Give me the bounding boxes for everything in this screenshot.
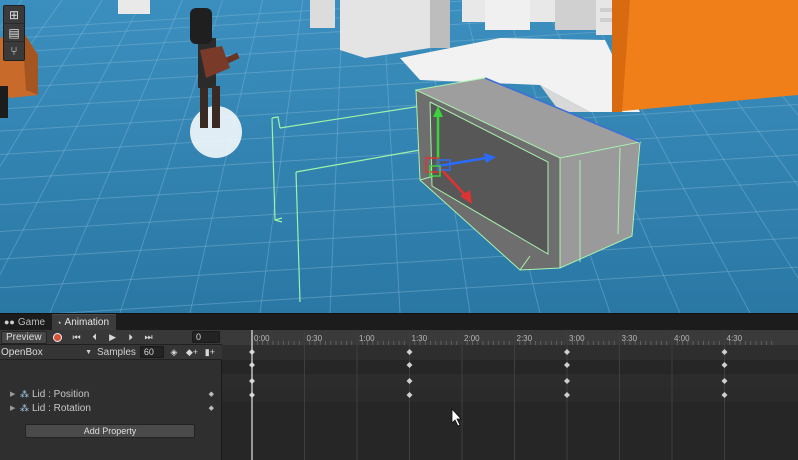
clip-selector[interactable]: OpenBox ▼ (0, 346, 94, 359)
mouse-cursor-icon (451, 407, 462, 427)
clip-row: OpenBox ▼ Samples 60 ◈ ◆+ ▮+ (0, 345, 222, 360)
add-event-icon[interactable]: ▮+ (202, 346, 218, 359)
last-keyframe-icon[interactable]: ⏭ (140, 331, 158, 344)
samples-label: Samples (97, 346, 136, 358)
track-lid-position[interactable] (222, 374, 798, 388)
expand-arrow-icon[interactable]: ▶ (10, 390, 20, 398)
playback-controls: Preview ⏮ ⏴ ▶ ⏵ ⏭ 0 (0, 330, 222, 345)
record-icon[interactable] (52, 332, 62, 342)
tab-game-label: Game (17, 316, 46, 328)
summary-track (222, 345, 798, 360)
hierarchy-icon[interactable]: ⑂ (4, 42, 24, 60)
layers-icon[interactable]: ▤ (4, 24, 24, 42)
summary-keyframe[interactable] (406, 362, 413, 368)
clip-name: OpenBox (1, 346, 43, 358)
gamepad-icon: ●● (4, 317, 15, 327)
track-lid-rotation[interactable] (222, 388, 798, 402)
tab-animation-label: Animation (64, 317, 110, 328)
scene-viewport[interactable] (0, 0, 798, 313)
play-icon[interactable]: ▶ (104, 331, 122, 344)
expand-arrow-icon[interactable]: ▶ (10, 404, 20, 412)
samples-field[interactable]: 60 (139, 346, 164, 358)
grid-icon[interactable]: ⊞ (4, 6, 24, 24)
tab-animation[interactable]: ◔ Animation (52, 314, 117, 330)
character-partial-left (0, 86, 8, 118)
transform-icon: ⁂ (20, 402, 29, 413)
keyframe-diamond-icon[interactable]: ◆ (209, 390, 214, 398)
orange-wall (612, 0, 798, 112)
property-row-lid-rotation[interactable]: ▶ ⁂ Lid : Rotation ◆ (0, 401, 222, 415)
property-label: Lid : Rotation (32, 402, 91, 414)
scene-toolbar: ⊞ ▤ ⑂ (3, 5, 25, 61)
next-keyframe-icon[interactable]: ⏵ (122, 331, 140, 344)
property-label: Lid : Position (32, 388, 90, 400)
transform-icon: ⁂ (20, 388, 29, 399)
summary-keyframe[interactable] (721, 362, 728, 368)
property-row-lid-position[interactable]: ▶ ⁂ Lid : Position ◆ (0, 387, 222, 401)
preview-button[interactable]: Preview (1, 330, 47, 344)
animation-window: ●● Game ◔ Animation Preview ⏮ ⏴ ▶ ⏵ ⏭ 0 … (0, 313, 798, 460)
chevron-down-icon: ▼ (85, 348, 92, 356)
first-keyframe-icon[interactable]: ⏮ (68, 331, 86, 344)
timeline-canvas[interactable]: 0:00 0:30 1:00 1:30 2:00 2:30 3:00 3:30 4:00 4:30 (222, 330, 798, 460)
tab-game[interactable]: ●● Game (0, 314, 52, 330)
window-tabbar: ●● Game ◔ Animation (0, 314, 798, 330)
scene-view[interactable]: ⊞ ▤ ⑂ (0, 0, 798, 313)
previous-keyframe-icon[interactable]: ⏴ (86, 331, 104, 344)
animation-icon: ◔ (56, 317, 62, 328)
current-frame-field[interactable]: 0 (192, 331, 220, 343)
keyframe-diamond-icon[interactable]: ◆ (209, 404, 214, 412)
add-property-button[interactable]: Add Property (25, 424, 195, 438)
summary-keyframe[interactable] (564, 362, 570, 368)
dopesheet-timeline[interactable]: 0:00 0:30 1:00 1:30 2:00 2:30 3:00 3:30 4:00 4:30 (222, 330, 798, 460)
keyframe-icon[interactable]: ◈ (166, 346, 182, 359)
add-keyframe-icon[interactable]: ◆+ (184, 346, 200, 359)
animation-properties-panel: Preview ⏮ ⏴ ▶ ⏵ ⏭ 0 OpenBox ▼ Samples 60… (0, 330, 222, 460)
